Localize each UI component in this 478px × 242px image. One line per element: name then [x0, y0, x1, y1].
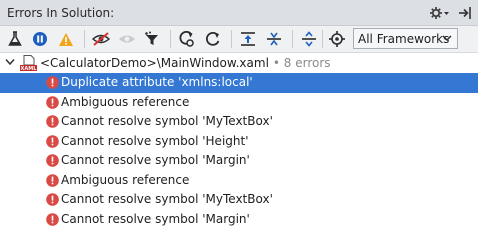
error-row[interactable]: Ambiguous reference [0, 171, 478, 191]
error-icon [46, 76, 59, 89]
framework-dropdown[interactable]: All Frameworks [353, 28, 458, 49]
error-icon [46, 95, 59, 109]
toolbar: All Frameworks [0, 26, 478, 53]
window-title: Errors In Solution: [7, 6, 115, 20]
error-icon [46, 212, 59, 226]
stop-icon[interactable] [30, 29, 50, 49]
toolbar-separator [231, 30, 232, 48]
tool-window-title-bar: Errors In Solution: [0, 0, 478, 26]
error-count: • 8 errors [272, 56, 331, 70]
framework-selected-value: All Frameworks [358, 31, 450, 46]
error-message: Ambiguous reference [61, 172, 190, 187]
expand-all-icon[interactable] [299, 29, 319, 49]
toolbar-separator [170, 30, 171, 48]
error-row[interactable]: Cannot resolve symbol 'MyTextBox' [0, 190, 478, 210]
error-row[interactable]: Cannot resolve symbol 'MyTextBox' [0, 112, 478, 132]
error-row[interactable]: Ambiguous reference [0, 93, 478, 113]
refresh-icon[interactable] [203, 29, 223, 49]
collapse-all-icon[interactable] [264, 29, 284, 49]
error-icon [46, 173, 59, 187]
error-icon [46, 134, 59, 148]
error-icon [46, 154, 59, 167]
refresh-settings-icon[interactable] [177, 29, 197, 49]
warning-icon[interactable] [56, 29, 76, 49]
error-message: Cannot resolve symbol 'MyTextBox' [61, 114, 273, 128]
hide-eye-icon[interactable] [91, 29, 111, 49]
chevron-down-icon [442, 35, 452, 42]
error-icon [46, 193, 59, 206]
file-path: <CalculatorDemo>\MainWindow.xaml [40, 56, 269, 70]
toolbar-separator [292, 30, 293, 48]
error-message: Cannot resolve symbol 'Height' [61, 133, 249, 148]
svg-text:XAML: XAML [21, 66, 37, 71]
error-row[interactable]: Cannot resolve symbol 'Height' [0, 132, 478, 152]
error-message: Cannot resolve symbol 'Margin' [61, 211, 250, 226]
error-message: Ambiguous reference [61, 94, 190, 109]
error-message: Duplicate attribute 'xmlns:local' [61, 75, 253, 89]
crosshair-icon[interactable] [327, 29, 347, 49]
file-node[interactable]: XAML <CalculatorDemo>\MainWindow.xaml • 8… [0, 53, 478, 73]
error-row[interactable]: Cannot resolve symbol 'Margin' [0, 151, 478, 171]
hide-to-side-icon[interactable] [458, 6, 472, 20]
filter-icon[interactable] [142, 29, 162, 49]
error-message: Cannot resolve symbol 'MyTextBox' [61, 192, 273, 206]
chevron-down-icon[interactable] [5, 58, 15, 66]
title-controls [430, 5, 472, 21]
error-row[interactable]: Cannot resolve symbol 'Margin' [0, 210, 478, 230]
toolbar-separator [84, 30, 85, 48]
gear-dropdown-icon[interactable] [430, 6, 450, 20]
error-icon [46, 115, 59, 128]
error-tree: XAML <CalculatorDemo>\MainWindow.xaml • 8… [0, 53, 478, 229]
file-node-label: <CalculatorDemo>\MainWindow.xaml • 8 erro… [40, 56, 331, 70]
xaml-file-icon: XAML [20, 55, 37, 71]
error-row[interactable]: Duplicate attribute 'xmlns:local' [0, 73, 478, 93]
error-message: Cannot resolve symbol 'Margin' [61, 153, 250, 167]
eye-icon[interactable] [117, 29, 137, 49]
toolbar-separator [322, 30, 323, 48]
move-up-icon[interactable] [238, 29, 258, 49]
flask-icon[interactable] [5, 29, 25, 49]
